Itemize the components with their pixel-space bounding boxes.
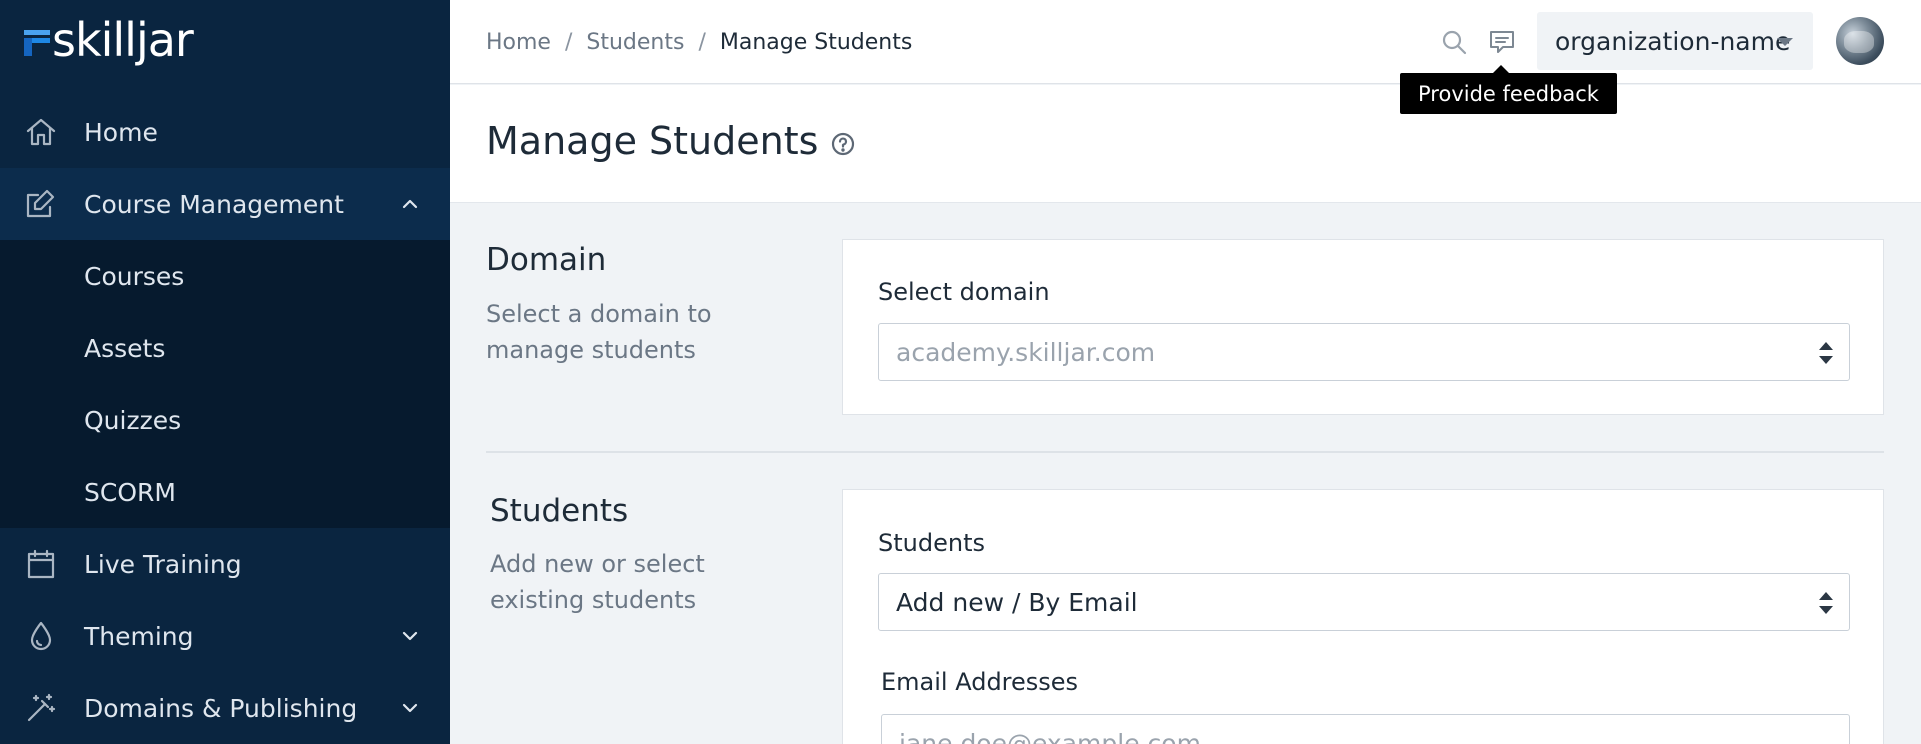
droplet-icon (24, 619, 58, 653)
sidebar-item-label: Home (84, 117, 158, 147)
sidebar-subitem-scorm[interactable]: SCORM (0, 456, 450, 528)
organization-name: organization-name (1555, 26, 1791, 56)
select-arrows-icon (1819, 342, 1833, 364)
logo-mark-icon (24, 30, 50, 58)
course-management-subnav: Courses Assets Quizzes SCORM (0, 240, 450, 528)
email-addresses-label: Email Addresses (881, 668, 1079, 696)
sidebar-subitem-label: Assets (84, 333, 166, 363)
breadcrumb-current: Manage Students (719, 29, 913, 55)
magic-wand-icon (24, 691, 58, 725)
feedback-icon[interactable] (1486, 26, 1518, 58)
page-header: Manage Students (450, 85, 1921, 203)
sidebar-subitem-quizzes[interactable]: Quizzes (0, 384, 450, 456)
page-title-text: Manage Students (486, 119, 819, 163)
domain-section-description: Select a domain to manage students (486, 300, 712, 364)
logo-text: skilljar (52, 13, 194, 67)
top-bar: Home / Students / Manage Students organi… (450, 0, 1921, 84)
organization-selector[interactable]: organization-name (1537, 12, 1813, 70)
sidebar-subitem-assets[interactable]: Assets (0, 312, 450, 384)
sidebar-item-label: Theming (84, 621, 194, 651)
chevron-up-icon (400, 194, 420, 214)
email-addresses-input[interactable] (881, 714, 1850, 744)
breadcrumb-home-link[interactable]: Home (486, 30, 551, 55)
sidebar-item-live-training[interactable]: Live Training (0, 528, 450, 600)
sidebar: skilljar Home Course Management Courses … (0, 0, 450, 744)
page-title: Manage Students (486, 119, 856, 163)
avatar[interactable] (1836, 17, 1884, 65)
sidebar-subitem-label: Quizzes (84, 405, 182, 435)
students-select[interactable]: Add new / By Email (878, 573, 1850, 631)
help-icon[interactable] (830, 131, 856, 157)
feedback-tooltip: Provide feedback (1400, 65, 1617, 114)
sidebar-subitem-label: SCORM (84, 477, 176, 507)
sidebar-item-label: Live Training (84, 549, 242, 579)
domain-section-title: Domain (486, 242, 607, 278)
students-field-label: Students (878, 529, 985, 557)
edit-icon (24, 187, 58, 221)
students-select-value: Add new / By Email (896, 587, 1138, 617)
search-icon[interactable] (1438, 26, 1470, 58)
sidebar-item-domains-publishing[interactable]: Domains & Publishing (0, 672, 450, 744)
caret-down-icon (1777, 38, 1793, 46)
home-icon (24, 115, 58, 149)
sidebar-subitem-courses[interactable]: Courses (0, 240, 450, 312)
domain-select[interactable]: academy.skilljar.com (878, 323, 1850, 381)
domain-card: Select domain academy.skilljar.com (842, 239, 1884, 415)
sidebar-item-theming[interactable]: Theming (0, 600, 450, 672)
calendar-icon (24, 547, 58, 581)
sidebar-item-course-management[interactable]: Course Management (0, 168, 450, 240)
breadcrumb-students-link[interactable]: Students (586, 30, 684, 55)
breadcrumb-separator: / (698, 29, 706, 55)
students-card: Students Add new / By Email Email Addres… (842, 489, 1884, 744)
select-arrows-icon (1819, 592, 1833, 614)
students-section-title: Students (490, 493, 629, 529)
skilljar-logo[interactable]: skilljar (24, 12, 194, 68)
select-domain-label: Select domain (878, 278, 1050, 306)
chevron-down-icon (400, 698, 420, 718)
section-divider (486, 451, 1884, 453)
sidebar-subitem-label: Courses (84, 261, 185, 291)
students-section-description: Add new or select existing students (490, 550, 705, 614)
sidebar-item-label: Course Management (84, 189, 344, 219)
breadcrumb-separator: / (564, 29, 573, 55)
sidebar-item-label: Domains & Publishing (84, 693, 358, 723)
sidebar-item-home[interactable]: Home (0, 96, 450, 168)
breadcrumb: Home / Students / Manage Students (486, 0, 912, 84)
chevron-down-icon (400, 626, 420, 646)
domain-select-value: academy.skilljar.com (896, 337, 1156, 367)
